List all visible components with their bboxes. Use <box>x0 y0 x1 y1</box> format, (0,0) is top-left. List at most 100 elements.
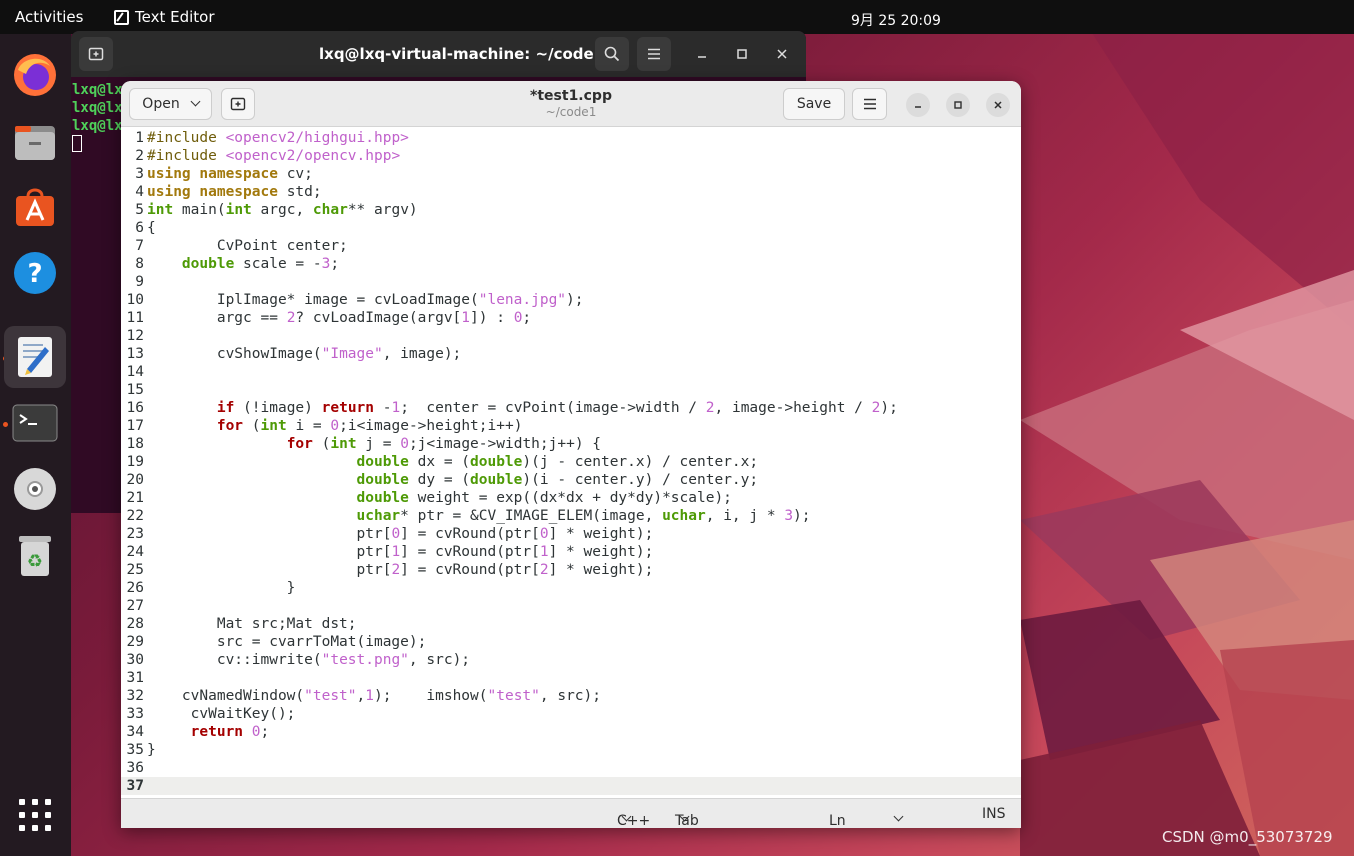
code-line[interactable]: 11 argc == 2? cvLoadImage(argv[1]) : 0; <box>121 309 1021 327</box>
line-number: 31 <box>126 670 144 686</box>
maximize-icon <box>737 49 747 59</box>
line-number: 25 <box>126 562 144 578</box>
app-menu[interactable]: Text Editor <box>114 8 215 26</box>
code-line[interactable]: 34 return 0; <box>121 723 1021 741</box>
code-line[interactable]: 36 <box>121 759 1021 777</box>
dock-item-firefox[interactable] <box>4 44 66 106</box>
trash-icon: ♻ <box>19 536 51 576</box>
text-editor-small-icon <box>114 9 129 25</box>
code-line[interactable]: 27 <box>121 597 1021 615</box>
code-text: } <box>147 580 296 596</box>
code-line[interactable]: 37 <box>121 777 1021 795</box>
clock[interactable]: 9月 25 20:09 <box>851 10 941 30</box>
code-line[interactable]: 2 #include <opencv2/opencv.hpp> <box>121 147 1021 165</box>
code-text: for (int j = 0;j<image->width;j++) { <box>286 436 602 452</box>
chevron-down-icon <box>893 811 904 822</box>
code-text: ptr[0] = cvRound(ptr[0] * weight); <box>147 526 654 542</box>
code-editor[interactable]: 1 #include <opencv2/highgui.hpp> 2 #include… <box>121 128 1021 798</box>
line-number: 10 <box>126 292 144 308</box>
code-line[interactable]: 3 using namespace cv; <box>121 165 1021 183</box>
code-text: src = cvarrToMat(image); <box>147 634 427 650</box>
code-line[interactable]: 17 for (int i = 0;i<image->height;i++) <box>121 417 1021 435</box>
code-line[interactable]: 23 ptr[0] = cvRound(ptr[0] * weight); <box>121 525 1021 543</box>
code-line[interactable]: 4 using namespace std; <box>121 183 1021 201</box>
code-line[interactable]: 15 <box>121 381 1021 399</box>
terminal-new-tab-button[interactable] <box>79 37 113 71</box>
code-line[interactable]: 25 ptr[2] = cvRound(ptr[2] * weight); <box>121 561 1021 579</box>
code-line[interactable]: 24 ptr[1] = cvRound(ptr[1] * weight); <box>121 543 1021 561</box>
code-line[interactable]: 9 <box>121 273 1021 291</box>
code-line[interactable]: 28 Mat src;Mat dst; <box>121 615 1021 633</box>
code-text: double dy = (double)(i - center.y) / cen… <box>356 472 759 488</box>
code-line[interactable]: 12 <box>121 327 1021 345</box>
line-number: 9 <box>135 274 144 290</box>
terminal-search-button[interactable] <box>595 37 629 71</box>
code-line[interactable]: 31 <box>121 669 1021 687</box>
dock-item-show-apps[interactable] <box>4 784 66 846</box>
code-text: using namespace std; <box>147 184 322 200</box>
code-line[interactable]: 35} <box>121 741 1021 759</box>
editor-close-button[interactable] <box>986 93 1010 117</box>
dock-item-help[interactable]: ? <box>4 242 66 304</box>
minimize-icon <box>915 106 921 108</box>
code-line[interactable]: 14 <box>121 363 1021 381</box>
line-number: 23 <box>126 526 144 542</box>
terminal-minimize-button[interactable] <box>685 37 719 71</box>
code-line[interactable]: 19 double dx = (double)(j - center.x) / … <box>121 453 1021 471</box>
dock-item-text-editor[interactable] <box>4 326 66 388</box>
code-line[interactable]: 30 cv::imwrite("test.png", src); <box>121 651 1021 669</box>
code-line[interactable]: 16 if (!image) return -1; center = cvPoi… <box>121 399 1021 417</box>
dock-item-terminal[interactable] <box>4 392 66 454</box>
line-number: 8 <box>135 256 144 272</box>
code-line[interactable]: 20 double dy = (double)(i - center.y) / … <box>121 471 1021 489</box>
terminal-menu-button[interactable] <box>637 37 671 71</box>
new-tab-icon <box>88 47 104 61</box>
maximize-icon <box>954 101 962 109</box>
code-text: double dx = (double)(j - center.x) / cen… <box>356 454 759 470</box>
line-number: 21 <box>126 490 144 506</box>
terminal-maximize-button[interactable] <box>725 37 759 71</box>
line-number: 32 <box>126 688 144 704</box>
code-text: cvWaitKey(); <box>147 706 296 722</box>
code-line[interactable]: 32 cvNamedWindow("test",1); imshow("test… <box>121 687 1021 705</box>
close-icon <box>994 101 1002 109</box>
save-button[interactable]: Save <box>783 88 845 120</box>
dock-item-files[interactable] <box>4 110 66 172</box>
terminal-output[interactable]: lxq@lx lxq@lx lxq@lx <box>72 81 123 152</box>
editor-menu-button[interactable] <box>852 88 887 120</box>
code-text: { <box>147 220 156 236</box>
code-line[interactable]: 8 double scale = -3; <box>121 255 1021 273</box>
line-number: 35 <box>126 742 144 758</box>
code-line[interactable]: 1 #include <opencv2/highgui.hpp> <box>121 129 1021 147</box>
insert-mode-indicator[interactable]: INS <box>982 806 1006 822</box>
code-line[interactable]: 6{ <box>121 219 1021 237</box>
activities-button[interactable]: Activities <box>15 8 83 26</box>
code-text: ptr[1] = cvRound(ptr[1] * weight); <box>147 544 654 560</box>
code-line[interactable]: 18 for (int j = 0;j<image->width;j++) { <box>121 435 1021 453</box>
editor-minimize-button[interactable] <box>906 93 930 117</box>
text-editor-window[interactable]: Open *test1.cpp ~/code1 Save 1 #include … <box>121 81 1021 828</box>
watermark: CSDN @m0_53073729 <box>1162 828 1333 846</box>
line-number: 15 <box>126 382 144 398</box>
line-number: 1 <box>135 130 144 146</box>
code-line[interactable]: 21 double weight = exp((dx*dx + dy*dy)*s… <box>121 489 1021 507</box>
code-line[interactable]: 13 cvShowImage("Image", image); <box>121 345 1021 363</box>
code-line[interactable]: 33 cvWaitKey(); <box>121 705 1021 723</box>
dock-item-app-center[interactable] <box>4 176 66 238</box>
dock-item-disc[interactable] <box>4 458 66 520</box>
disc-icon <box>14 468 56 510</box>
help-icon: ? <box>14 252 56 294</box>
dock-item-trash[interactable]: ♻ <box>4 524 66 586</box>
hamburger-menu-icon <box>863 98 876 110</box>
code-text: ptr[2] = cvRound(ptr[2] * weight); <box>147 562 654 578</box>
code-line[interactable]: 22 uchar* ptr = &CV_IMAGE_ELEM(image, uc… <box>121 507 1021 525</box>
svg-text:?: ? <box>27 259 42 289</box>
code-line[interactable]: 5 int main(int argc, char** argv) <box>121 201 1021 219</box>
code-line[interactable]: 10 IplImage* image = cvLoadImage("lena.j… <box>121 291 1021 309</box>
editor-maximize-button[interactable] <box>946 93 970 117</box>
code-text: CvPoint center; <box>147 238 348 254</box>
code-line[interactable]: 29 src = cvarrToMat(image); <box>121 633 1021 651</box>
code-line[interactable]: 7 CvPoint center; <box>121 237 1021 255</box>
terminal-close-button[interactable] <box>765 37 799 71</box>
code-line[interactable]: 26 } <box>121 579 1021 597</box>
